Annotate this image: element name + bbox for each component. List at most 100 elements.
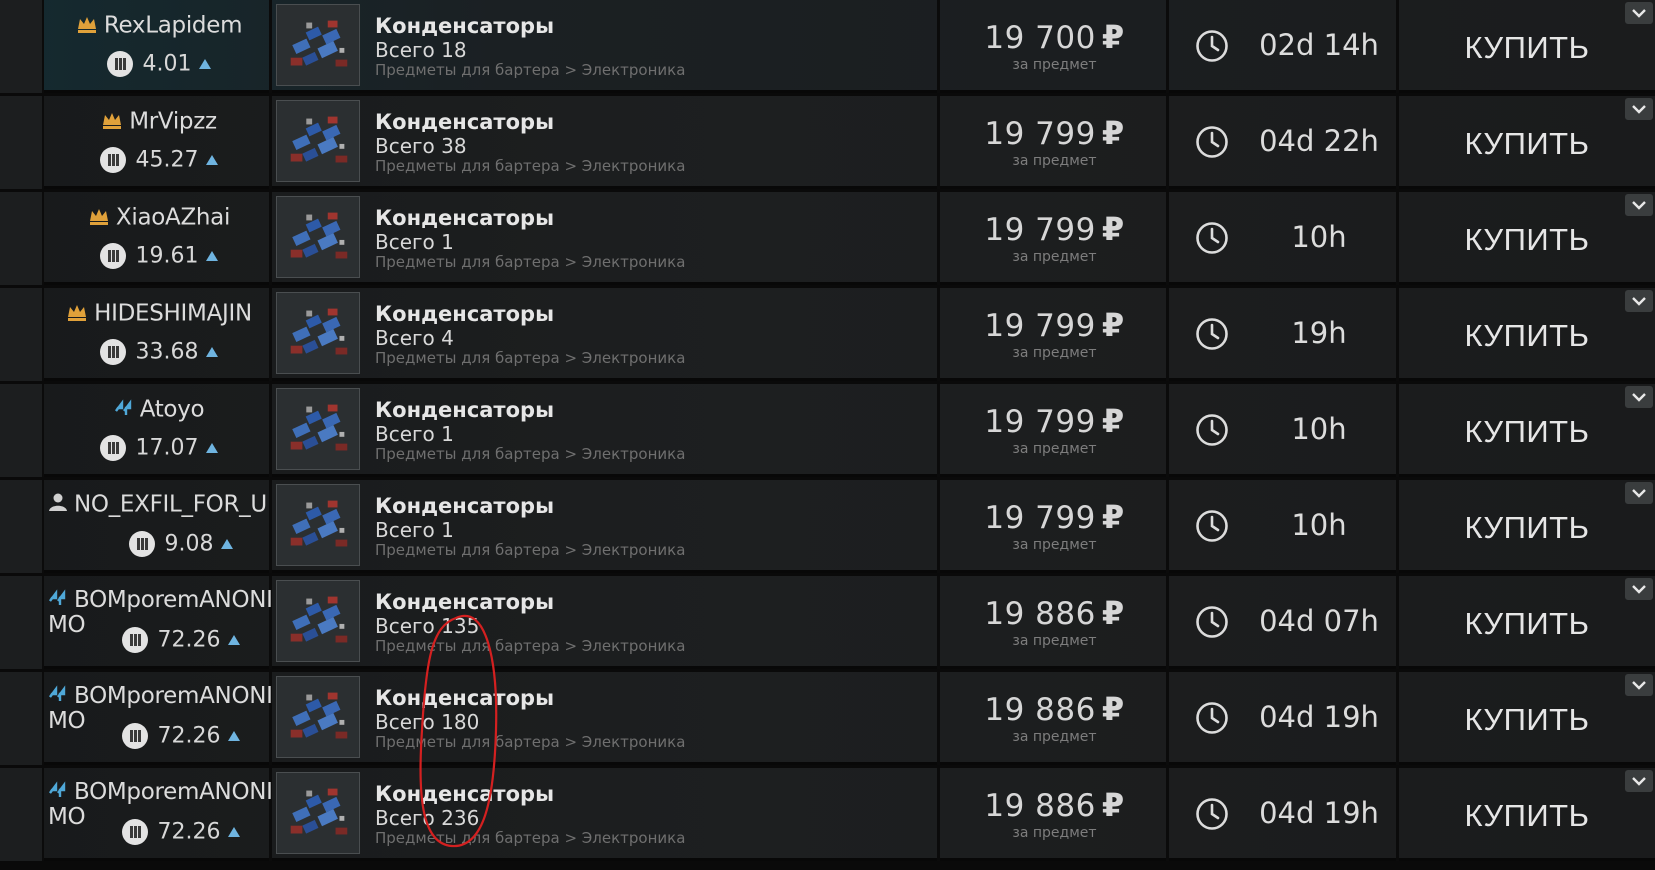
time-remaining: 10h — [1291, 508, 1347, 542]
chevron-down-icon[interactable] — [1625, 578, 1653, 600]
seller-name-row[interactable]: HIDESHIMAJIN — [44, 300, 274, 327]
item-cell: Конденсаторы Всего 236 Предметы для бартер… — [272, 768, 940, 861]
per-item-label: за предмет — [1012, 441, 1097, 457]
listing-row: RexLapidem 4.01 Конденсаторы Всего 18 Предме… — [0, 0, 1655, 93]
rating-up-arrow-icon — [206, 347, 219, 357]
capacitors-item-icon[interactable] — [276, 4, 360, 86]
rating-up-arrow-icon — [199, 59, 212, 69]
seller-rating: 9.08 — [66, 531, 296, 557]
item-category: Предметы для бартера > Электроника — [375, 445, 686, 463]
buy-button[interactable]: КУПИТЬ — [1399, 480, 1655, 573]
per-item-label: за предмет — [1012, 345, 1097, 361]
item-category: Предметы для бартера > Электроника — [375, 253, 686, 271]
seller-name-row[interactable]: NO_EXFIL_FOR_U — [48, 492, 274, 518]
item-cell: Конденсаторы Всего 1 Предметы для бартера … — [272, 384, 940, 477]
seller-cell[interactable]: BOMporemANONIMO 72.26 — [42, 576, 273, 669]
time-remaining: 04d 19h — [1259, 796, 1379, 830]
seller-rating: 72.26 — [66, 723, 296, 749]
capacitors-item-icon[interactable] — [276, 196, 360, 278]
item-category: Предметы для бартера > Электроника — [375, 349, 686, 367]
capacitors-item-icon[interactable] — [276, 580, 360, 662]
item-cell: Конденсаторы Всего 1 Предметы для бартера … — [272, 192, 940, 285]
capacitors-item-icon[interactable] — [276, 676, 360, 758]
capacitors-item-icon[interactable] — [276, 388, 360, 470]
chevron-down-icon[interactable] — [1625, 482, 1653, 504]
time-cell: 04d 19h — [1169, 672, 1399, 765]
seller-name-row[interactable]: Atoyo — [44, 396, 274, 423]
rating-value: 19.61 — [135, 243, 199, 269]
buy-cell: КУПИТЬ — [1399, 384, 1655, 477]
per-item-label: за предмет — [1012, 153, 1097, 169]
seller-cell[interactable]: MrVipzz 45.27 — [42, 96, 272, 189]
item-cell: Конденсаторы Всего 4 Предметы для бартера … — [272, 288, 940, 381]
buy-button[interactable]: КУПИТЬ — [1399, 96, 1655, 189]
seller-cell[interactable]: BOMporemANONIMO 72.26 — [42, 672, 273, 765]
item-category: Предметы для бартера > Электроника — [375, 637, 686, 655]
item-count: Всего 18 — [375, 38, 467, 62]
chevron-down-icon[interactable] — [1625, 386, 1653, 408]
rating-icon — [128, 531, 155, 557]
clock-icon — [1195, 701, 1229, 735]
row-margin — [0, 672, 42, 765]
clock-icon — [1195, 509, 1229, 543]
rating-icon — [106, 51, 133, 77]
time-remaining: 04d 22h — [1259, 124, 1379, 158]
price-value: 19 799 — [984, 308, 1096, 344]
listing-row: BOMporemANONIMO 72.26 Конденсаторы Всего 13… — [0, 576, 1655, 669]
buy-button[interactable]: КУПИТЬ — [1399, 672, 1655, 765]
price-value: 19 799 — [984, 404, 1096, 440]
price-cell: 19 799 ₽ за предмет — [940, 96, 1169, 189]
rating-up-arrow-icon — [206, 443, 219, 453]
chevron-down-icon[interactable] — [1625, 194, 1653, 216]
buy-button[interactable]: КУПИТЬ — [1399, 0, 1655, 93]
seller-name-row[interactable]: XiaoAZhai — [44, 204, 274, 231]
item-count: Всего 1 — [375, 422, 454, 446]
seller-cell[interactable]: HIDESHIMAJIN 33.68 — [42, 288, 272, 381]
time-remaining: 04d 07h — [1259, 604, 1379, 638]
seller-cell[interactable]: RexLapidem 4.01 — [42, 0, 272, 93]
chevron-down-icon[interactable] — [1625, 290, 1653, 312]
seller-name-row[interactable]: RexLapidem — [44, 12, 274, 39]
ruble-icon: ₽ — [1101, 18, 1125, 56]
seller-cell[interactable]: NO_EXFIL_FOR_U 9.08 — [42, 480, 272, 573]
row-margin — [0, 576, 42, 669]
seller-rating: 17.07 — [44, 435, 274, 461]
item-count: Всего 180 — [375, 710, 480, 734]
rating-up-arrow-icon — [206, 155, 219, 165]
buy-cell: КУПИТЬ — [1399, 768, 1655, 861]
seller-cell[interactable]: BOMporemANONIMO 72.26 — [42, 768, 273, 861]
buy-cell: КУПИТЬ — [1399, 480, 1655, 573]
seller-name[interactable]: NO_EXFIL_FOR_U — [74, 492, 267, 518]
buy-cell: КУПИТЬ — [1399, 576, 1655, 669]
chevron-down-icon[interactable] — [1625, 674, 1653, 696]
seller-name[interactable]: HIDESHIMAJIN — [94, 301, 252, 327]
seller-cell[interactable]: Atoyo 17.07 — [42, 384, 272, 477]
buy-button[interactable]: КУПИТЬ — [1399, 192, 1655, 285]
chevron-down-icon[interactable] — [1625, 98, 1653, 120]
crown-icon — [66, 301, 88, 327]
seller-name-row[interactable]: MrVipzz — [44, 108, 274, 135]
item-name: Конденсаторы — [375, 494, 555, 518]
seller-cell[interactable]: XiaoAZhai 19.61 — [42, 192, 272, 285]
seller-name[interactable]: RexLapidem — [104, 13, 243, 39]
price-value: 19 700 — [984, 20, 1096, 56]
capacitors-item-icon[interactable] — [276, 100, 360, 182]
buy-button[interactable]: КУПИТЬ — [1399, 768, 1655, 861]
listing-row: Atoyo 17.07 Конденсаторы Всего 1 Предметы дл… — [0, 384, 1655, 477]
capacitors-item-icon[interactable] — [276, 484, 360, 566]
row-margin — [0, 96, 42, 189]
capacitors-item-icon[interactable] — [276, 772, 360, 854]
time-cell: 04d 07h — [1169, 576, 1399, 669]
seller-name[interactable]: Atoyo — [140, 397, 205, 423]
chevron-down-icon[interactable] — [1625, 770, 1653, 792]
chevron-down-icon[interactable] — [1625, 2, 1653, 24]
buy-button[interactable]: КУПИТЬ — [1399, 384, 1655, 477]
seller-rating: 72.26 — [66, 819, 296, 845]
price: 19 799 ₽ — [940, 114, 1169, 152]
buy-button[interactable]: КУПИТЬ — [1399, 576, 1655, 669]
buy-button[interactable]: КУПИТЬ — [1399, 288, 1655, 381]
seller-name[interactable]: XiaoAZhai — [116, 205, 230, 231]
rating-icon — [121, 627, 148, 653]
seller-name[interactable]: MrVipzz — [129, 109, 217, 135]
capacitors-item-icon[interactable] — [276, 292, 360, 374]
